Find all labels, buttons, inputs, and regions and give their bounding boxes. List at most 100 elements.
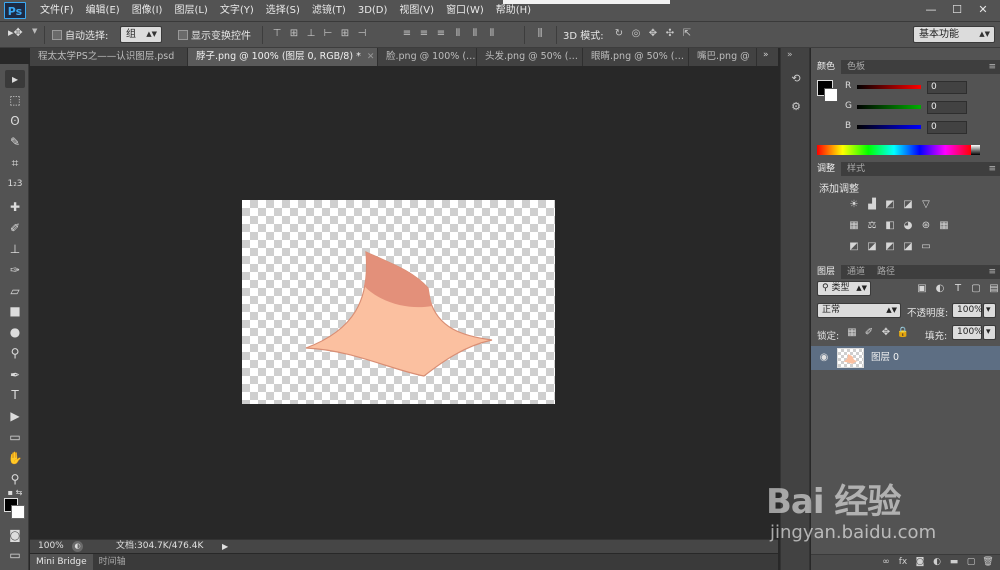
posterize-icon[interactable]: ◪: [865, 240, 879, 254]
crop-tool-icon[interactable]: ⌗: [5, 154, 25, 172]
canvas-area[interactable]: [30, 66, 778, 539]
doc-tab[interactable]: 脸.png @ 100% (…: [378, 48, 477, 66]
auto-select-checkbox[interactable]: [52, 29, 62, 40]
align-vcenter-icon[interactable]: ⊞: [287, 27, 301, 41]
gradient-tool-icon[interactable]: ■: [5, 302, 25, 320]
layer-style-icon[interactable]: fx: [897, 555, 909, 569]
eye-icon[interactable]: ◉: [817, 351, 831, 365]
show-transform-option[interactable]: 显示变换控件: [178, 27, 251, 42]
menu-select[interactable]: 选择(S): [260, 0, 306, 22]
quick-select-tool-icon[interactable]: ✎: [5, 133, 25, 151]
document-canvas[interactable]: [242, 200, 555, 404]
gradient-map-icon[interactable]: ▭: [919, 240, 933, 254]
distribute-hcenter-icon[interactable]: ⦀: [468, 27, 482, 41]
lock-all-icon[interactable]: 🔒: [896, 326, 910, 340]
color-balance-icon[interactable]: ⚖: [865, 219, 879, 233]
color-spectrum[interactable]: [817, 145, 971, 155]
panel-menu-icon[interactable]: ≡: [988, 162, 996, 176]
quick-mask-icon[interactable]: ◙: [5, 526, 25, 544]
doc-tab[interactable]: 嘴巴.png @: [689, 48, 757, 66]
auto-select-option[interactable]: 自动选择:: [52, 27, 108, 42]
lock-transparency-icon[interactable]: ▦: [845, 326, 859, 340]
threshold-icon[interactable]: ◩: [883, 240, 897, 254]
panel-menu-icon[interactable]: ≡: [988, 265, 996, 279]
menu-image[interactable]: 图像(I): [126, 0, 169, 22]
selective-color-icon[interactable]: ◪: [901, 240, 915, 254]
shape-filter-icon[interactable]: ▢: [969, 282, 983, 296]
distribute-right-icon[interactable]: ⦀: [485, 27, 499, 41]
curves-icon[interactable]: ◩: [883, 198, 897, 212]
blend-mode-dropdown[interactable]: 正常 ▲▼: [817, 303, 901, 318]
type-filter-icon[interactable]: T: [951, 282, 965, 296]
move-tool-icon[interactable]: ▸: [5, 70, 25, 88]
move-tool-preset-icon[interactable]: ▸✥: [8, 26, 23, 39]
lock-pixels-icon[interactable]: ✐: [862, 326, 876, 340]
tab-channels[interactable]: 通道: [841, 265, 871, 279]
color-lookup-icon[interactable]: ▦: [937, 219, 951, 233]
history-brush-tool-icon[interactable]: ✑: [5, 261, 25, 279]
tab-styles[interactable]: 样式: [841, 162, 871, 176]
shape-tool-icon[interactable]: ▭: [5, 428, 25, 446]
status-menu-icon[interactable]: ▶: [222, 540, 228, 553]
slider-track-b[interactable]: [857, 125, 921, 129]
link-layers-icon[interactable]: ∞: [880, 555, 892, 569]
tab-mini-bridge[interactable]: Mini Bridge: [30, 554, 93, 570]
type-tool-icon[interactable]: T: [5, 386, 25, 404]
3d-pan-icon[interactable]: ✥: [646, 27, 660, 41]
auto-select-dropdown[interactable]: 组 ▲▼: [120, 26, 162, 43]
black-white-icon[interactable]: ◧: [883, 219, 897, 233]
hand-tool-icon[interactable]: ✋: [5, 449, 25, 467]
chevron-down-icon[interactable]: ▼: [32, 27, 37, 35]
menu-layer[interactable]: 图层(L): [168, 0, 213, 22]
layer-thumbnail[interactable]: [837, 348, 864, 368]
opacity-field[interactable]: 100%: [952, 303, 983, 318]
pixel-filter-icon[interactable]: ▣: [915, 282, 929, 296]
close-button[interactable]: ✕: [970, 0, 996, 20]
brightness-icon[interactable]: ☀: [847, 198, 861, 212]
distribute-bottom-icon[interactable]: ≡: [434, 27, 448, 41]
slider-value-r[interactable]: 0: [927, 81, 967, 94]
levels-icon[interactable]: ▟: [865, 198, 879, 212]
align-hcenter-icon[interactable]: ⊞: [338, 27, 352, 41]
background-color-swatch[interactable]: [824, 88, 838, 102]
status-info-icon[interactable]: ◐: [72, 541, 83, 552]
slider-track-g[interactable]: [857, 105, 921, 109]
slider-value-b[interactable]: 0: [927, 121, 967, 134]
menu-file[interactable]: 文件(F): [34, 0, 80, 22]
opacity-slider-button[interactable]: ▾: [983, 303, 996, 318]
properties-panel-icon[interactable]: ⚙: [787, 98, 805, 116]
slider-value-g[interactable]: 0: [927, 101, 967, 114]
vibrance-icon[interactable]: ▽: [919, 198, 933, 212]
distribute-top-icon[interactable]: ≡: [400, 27, 414, 41]
path-selection-tool-icon[interactable]: ▶: [5, 407, 25, 425]
layer-name[interactable]: 图层 0: [871, 346, 899, 370]
doc-tab[interactable]: 头发.png @ 50% (…: [477, 48, 583, 66]
new-adjustment-layer-icon[interactable]: ◐: [931, 555, 943, 569]
tab-adjustments[interactable]: 调整: [811, 162, 842, 176]
menu-3d[interactable]: 3D(D): [352, 0, 394, 22]
tab-color[interactable]: 颜色: [811, 60, 842, 74]
menu-type[interactable]: 文字(Y): [214, 0, 260, 22]
menu-edit[interactable]: 编辑(E): [80, 0, 126, 22]
fill-slider-button[interactable]: ▾: [983, 325, 996, 340]
3d-roll-icon[interactable]: ◎: [629, 27, 643, 41]
hue-saturation-icon[interactable]: ▦: [847, 219, 861, 233]
workspace-dropdown[interactable]: 基本功能 ▲▼: [913, 26, 995, 43]
show-transform-checkbox[interactable]: [178, 29, 188, 40]
smart-object-filter-icon[interactable]: ▤: [987, 282, 1000, 296]
distribute-vcenter-icon[interactable]: ≡: [417, 27, 431, 41]
photo-filter-icon[interactable]: ◕: [901, 219, 915, 233]
slider-track-r[interactable]: [857, 85, 921, 89]
color-spectrum-bw[interactable]: [971, 145, 980, 155]
auto-align-icon[interactable]: ⫼: [533, 27, 547, 41]
distribute-left-icon[interactable]: ⦀: [451, 27, 465, 41]
clone-stamp-tool-icon[interactable]: ⊥: [5, 240, 25, 258]
close-tab-icon[interactable]: ✕: [367, 52, 375, 62]
blur-tool-icon[interactable]: ●: [5, 323, 25, 341]
channel-mixer-icon[interactable]: ⊛: [919, 219, 933, 233]
menu-filter[interactable]: 滤镜(T): [306, 0, 352, 22]
history-panel-icon[interactable]: ⟲: [787, 70, 805, 88]
exposure-icon[interactable]: ◪: [901, 198, 915, 212]
maximize-button[interactable]: ☐: [944, 0, 970, 20]
minimize-button[interactable]: —: [918, 0, 944, 20]
